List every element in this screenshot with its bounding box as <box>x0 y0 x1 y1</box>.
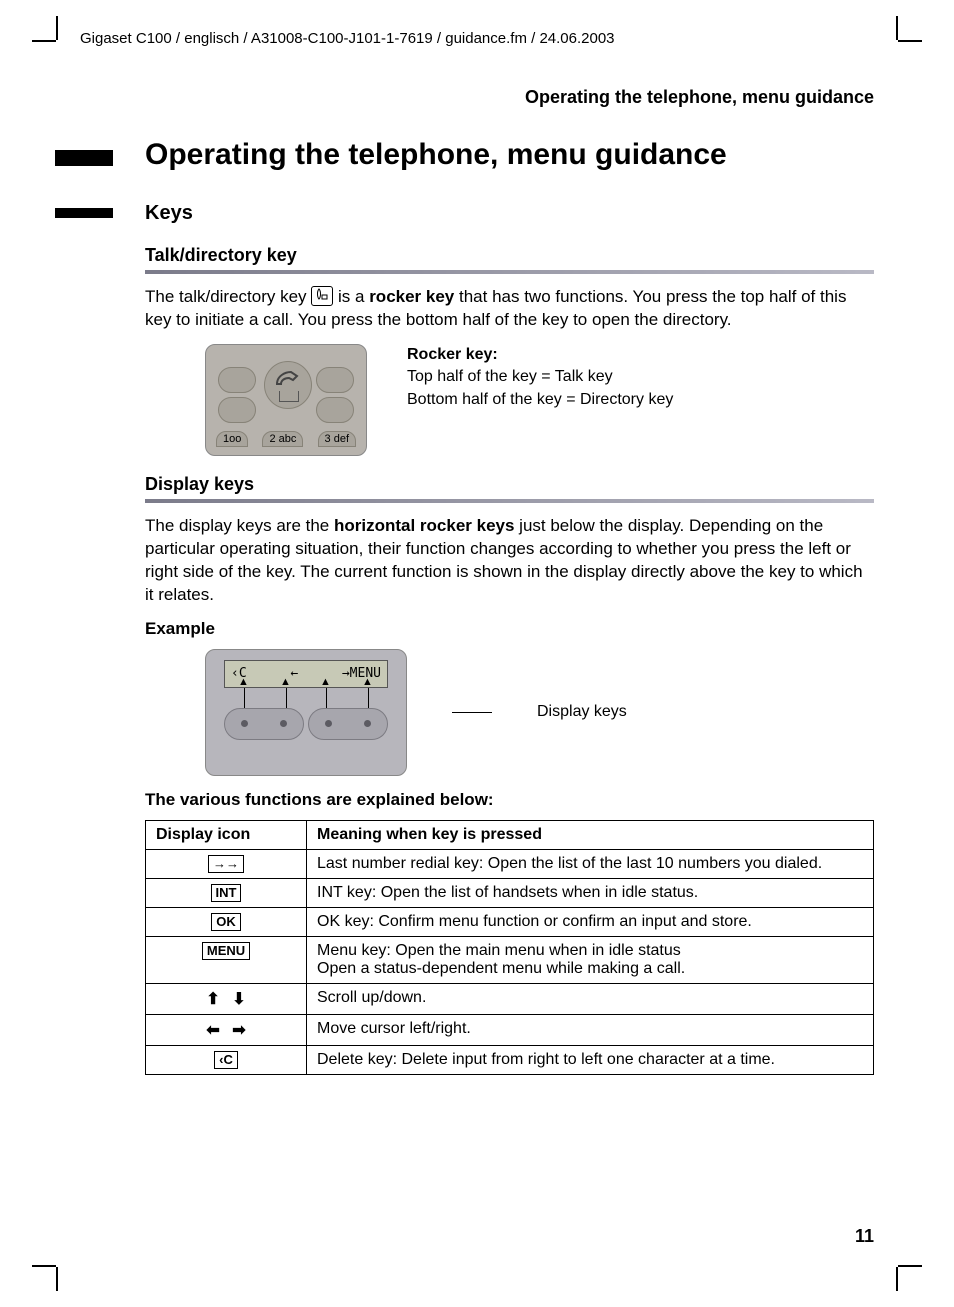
example-label: Example <box>145 619 874 639</box>
icon-cell: →→ <box>146 849 307 878</box>
phone-illustration-1: 1oo2 abc3 def <box>205 344 367 456</box>
subhead-rule <box>145 499 874 503</box>
icon-cell: ‹C <box>146 1045 307 1074</box>
icon-box: MENU <box>202 942 250 960</box>
figure-1-labels: Rocker key: Top half of the key = Talk k… <box>407 344 673 411</box>
table-row: OK OK key: Confirm menu function or confi… <box>146 907 874 936</box>
icon-box: INT <box>211 884 242 902</box>
mail-key-icon <box>218 397 256 423</box>
doc-path-line: Gigaset C100 / englisch / A31008-C100-J1… <box>80 30 874 47</box>
functions-intro: The various functions are explained belo… <box>145 790 874 810</box>
crop-mark <box>32 40 56 42</box>
crop-mark <box>898 40 922 42</box>
crop-mark <box>896 1267 898 1291</box>
crop-mark <box>56 16 58 40</box>
redial-key-icon <box>316 397 354 423</box>
icon-cell: MENU <box>146 936 307 983</box>
page-number: 11 <box>855 1226 874 1247</box>
crop-mark <box>32 1265 56 1267</box>
icon-cell: ⬆ ⬇ <box>146 983 307 1014</box>
display-key-left <box>224 708 304 740</box>
arrow-right-icon: ➡ <box>232 1020 245 1040</box>
display-icon-table: Display icon Meaning when key is pressed… <box>145 820 874 1075</box>
crop-mark <box>898 1265 922 1267</box>
table-row: ⬆ ⬇Scroll up/down. <box>146 983 874 1014</box>
leader-line <box>452 712 492 713</box>
crop-mark <box>56 1267 58 1291</box>
section-rule <box>55 208 113 218</box>
section-keys: Keys <box>145 202 874 225</box>
th-meaning: Meaning when key is pressed <box>307 820 874 849</box>
table-row: MENU Menu key: Open the main menu when in… <box>146 936 874 983</box>
icon-cell: OK <box>146 907 307 936</box>
table-row: ‹C Delete key: Delete input from right to… <box>146 1045 874 1074</box>
page-title: Operating the telephone, menu guidance <box>80 138 874 172</box>
talk-key-icon <box>311 286 333 306</box>
running-header: Operating the telephone, menu guidance <box>80 87 874 108</box>
figure-2-label: Display keys <box>537 703 627 721</box>
subhead-rule <box>145 270 874 274</box>
table-row: ⬅ ➡Move cursor left/right. <box>146 1014 874 1045</box>
meaning-cell: Menu key: Open the main menu when in idl… <box>307 936 874 983</box>
talk-paragraph: The talk/directory key is a rocker key t… <box>145 286 874 332</box>
talk-directory-key-icon <box>264 361 312 409</box>
display-key-right <box>308 708 388 740</box>
subhead-display-keys: Display keys <box>145 474 874 495</box>
arrow-up-icon: ⬆ <box>206 989 219 1009</box>
crop-mark <box>896 16 898 40</box>
th-icon: Display icon <box>146 820 307 849</box>
speaker-key-icon <box>218 367 256 393</box>
phone-illustration-2: ‹C ← →MENU <box>205 649 407 776</box>
icon-box: OK <box>211 913 241 931</box>
end-key-icon <box>316 367 354 393</box>
display-keys-paragraph: The display keys are the horizontal rock… <box>145 515 874 607</box>
meaning-cell: OK key: Confirm menu function or confirm… <box>307 907 874 936</box>
icon-box: ‹C <box>214 1051 238 1069</box>
meaning-cell: INT key: Open the list of handsets when … <box>307 878 874 907</box>
icon-box: →→ <box>208 855 244 873</box>
arrow-down-icon: ⬇ <box>232 989 245 1009</box>
figure-rocker-key: 1oo2 abc3 def Rocker key: Top half of th… <box>205 344 874 456</box>
subhead-talk: Talk/directory key <box>145 245 874 266</box>
screen-left-arrow: ← <box>290 666 298 681</box>
arrow-left-icon: ⬅ <box>206 1020 219 1040</box>
title-rule <box>55 150 113 166</box>
table-row: →→ Last number redial key: Open the list … <box>146 849 874 878</box>
icon-cell: INT <box>146 878 307 907</box>
meaning-cell: Scroll up/down. <box>307 983 874 1014</box>
figure-display-keys: ‹C ← →MENU Display keys <box>205 649 874 776</box>
meaning-cell: Move cursor left/right. <box>307 1014 874 1045</box>
meaning-cell: Last number redial key: Open the list of… <box>307 849 874 878</box>
meaning-cell: Delete key: Delete input from right to l… <box>307 1045 874 1074</box>
icon-cell: ⬅ ➡ <box>146 1014 307 1045</box>
table-row: INT INT key: Open the list of handsets wh… <box>146 878 874 907</box>
